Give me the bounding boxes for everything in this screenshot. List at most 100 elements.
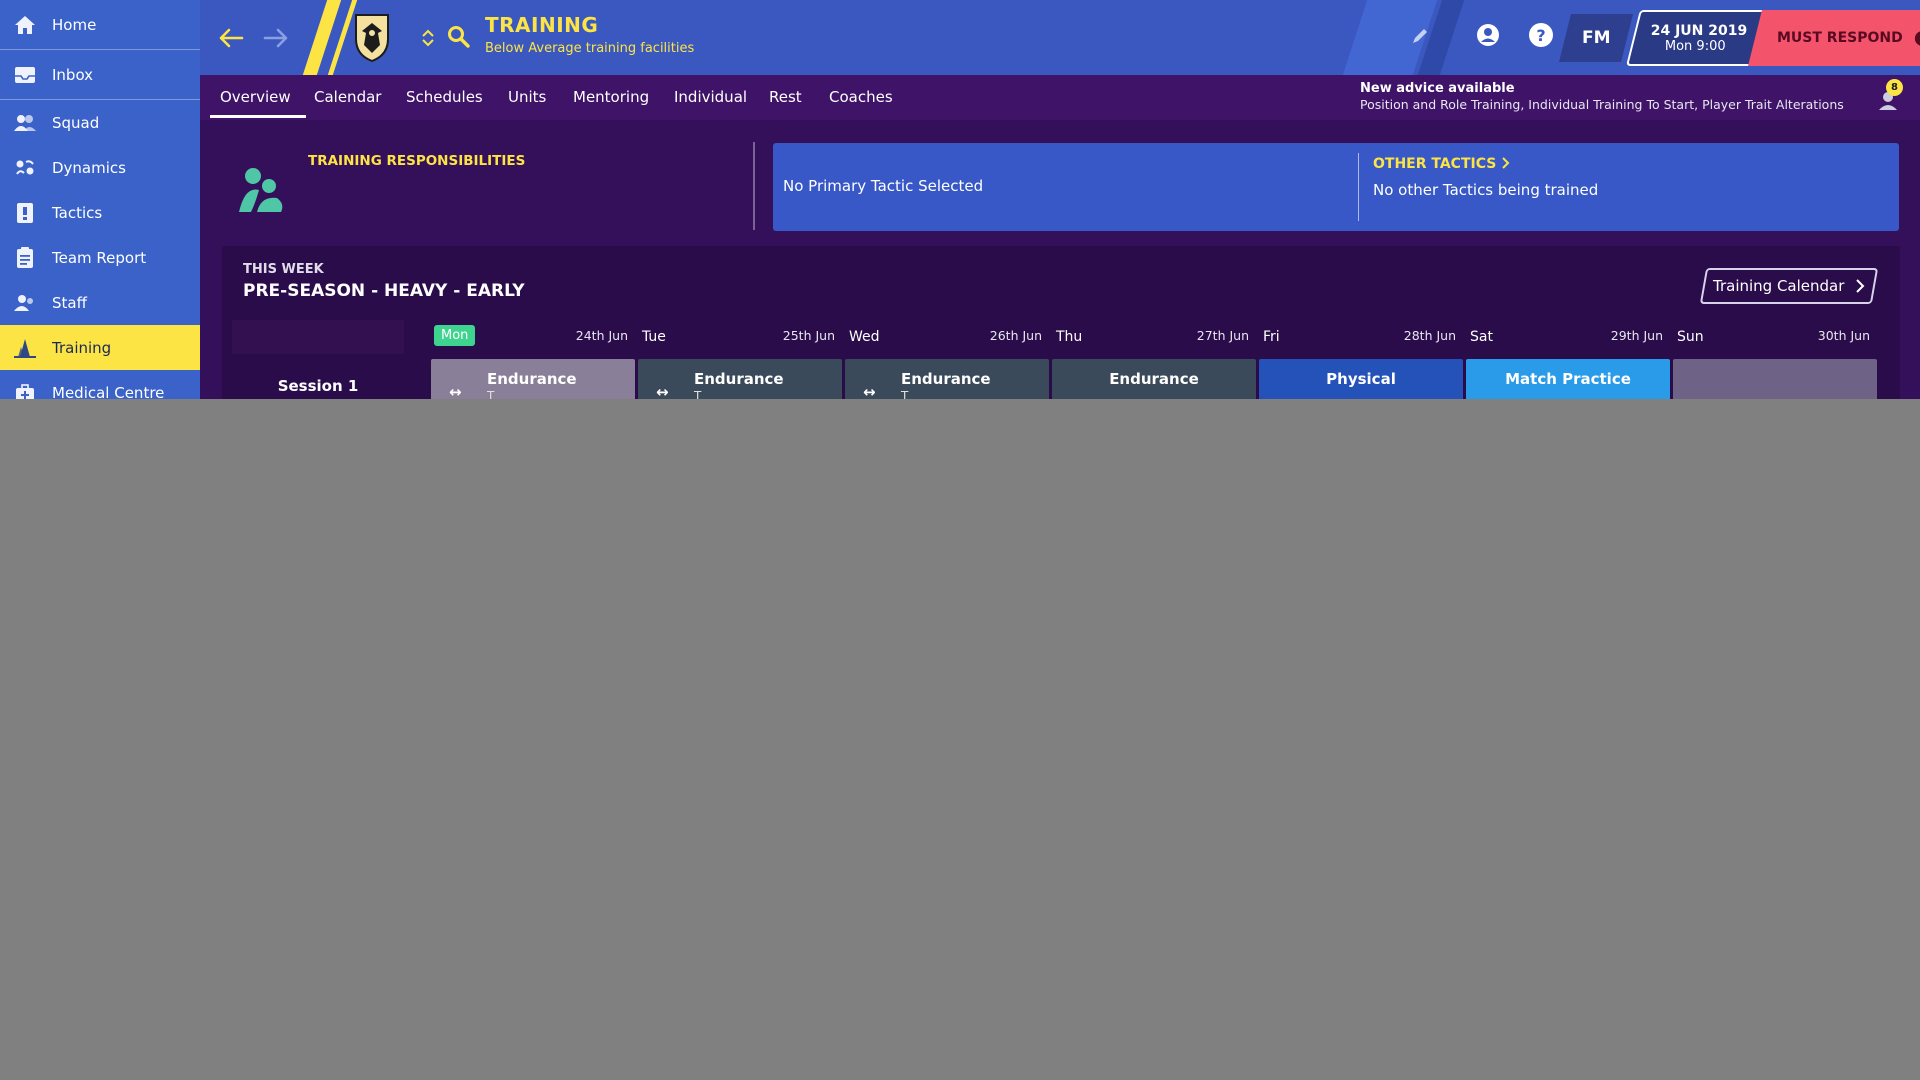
home-icon [13,14,37,36]
alert-icon: ! [1914,30,1920,46]
sidebar-item-label: Medical Centre [52,383,165,400]
day-name: Fri [1263,329,1280,345]
day-name: Thu [1056,329,1083,345]
session-slot[interactable]: ↔ Endurance T [845,359,1049,399]
current-date: 24 JUN 2019 [1650,22,1748,39]
page-title: TRAINING [485,13,599,37]
back-button[interactable] [215,22,247,54]
tab-coaches[interactable]: Coaches [829,88,893,106]
day-column-header[interactable]: Fri 28th Jun [1257,320,1462,354]
training-calendar-button[interactable]: Training Calendar [1699,268,1879,304]
staff-icon [13,292,37,314]
day-column-header[interactable]: Tue 25th Jun [636,320,841,354]
session-slot[interactable]: Match Practice [1466,359,1670,399]
session-subtitle: T [694,389,702,399]
primary-tactic-text[interactable]: No Primary Tactic Selected [783,177,983,195]
other-tactics-link[interactable]: OTHER TACTICS [1373,156,1511,172]
training-responsibilities-title[interactable]: TRAINING RESPONSIBILITIES [308,153,525,169]
session-slot[interactable]: ↔ Endurance T [638,359,842,399]
club-switcher[interactable] [418,20,438,56]
sidebar-item-dynamics[interactable]: Dynamics [0,145,200,190]
day-name: Mon [434,325,476,346]
training-calendar-label: Training Calendar [1713,277,1845,295]
day-column-header[interactable]: Thu 27th Jun [1050,320,1255,354]
dynamics-icon [13,157,37,179]
session-name: Physical [1326,370,1396,388]
header-spacer [232,320,404,354]
forward-button[interactable] [260,22,292,54]
session-slot-empty[interactable] [1673,359,1877,399]
day-date: 25th Jun [782,328,835,343]
day-date: 28th Jun [1403,328,1456,343]
session-type-icon: ↔ [656,383,669,399]
manager-button[interactable] [1473,20,1503,50]
sidebar-item-training[interactable]: Training [0,325,200,370]
training-overview: TRAINING RESPONSIBILITIES No Primary Tac… [200,120,1920,399]
day-name: Tue [642,329,666,345]
fm-menu-button[interactable]: FM [1559,14,1633,62]
day-name: Sat [1470,329,1493,345]
search-button[interactable] [445,22,473,52]
tab-bar: Overview Calendar Schedules Units Mentor… [200,75,1920,120]
session-slot[interactable]: Physical [1259,359,1463,399]
sidebar-item-label: Home [52,15,97,34]
sidebar-item-label: Staff [52,293,87,312]
session-type-icon: ↔ [449,383,462,399]
search-icon [448,26,470,48]
day-date: 26th Jun [989,328,1042,343]
decor-stripe [299,0,345,75]
session-slot[interactable]: Endurance [1052,359,1256,399]
sidebar-item-team-report[interactable]: Team Report [0,235,200,280]
help-icon: ? [1529,23,1553,47]
day-column-header[interactable]: Sat 29th Jun [1464,320,1669,354]
sidebar-item-medical-centre[interactable]: Medical Centre [0,370,200,399]
tab-rest[interactable]: Rest [769,88,802,106]
advice-count-badge: 8 [1886,79,1903,96]
sidebar-item-tactics[interactable]: Tactics [0,190,200,235]
pencil-icon [1413,29,1427,43]
top-bar: TRAINING Below Average training faciliti… [200,0,1920,75]
sidebar-item-home[interactable]: Home [0,0,200,50]
tab-individual[interactable]: Individual [674,88,747,106]
tab-units[interactable]: Units [508,88,546,106]
day-header-row: Mon 24th Jun Tue 25th Jun Wed 26th Jun T… [232,320,1892,354]
tab-schedules[interactable]: Schedules [406,88,483,106]
tactics-icon [13,202,37,224]
must-respond-button[interactable]: MUST RESPOND ! [1748,10,1920,66]
day-column-header[interactable]: Wed 26th Jun [843,320,1048,354]
day-name: Wed [849,329,880,345]
day-column-header[interactable]: Sun 30th Jun [1671,320,1876,354]
sidebar-item-staff[interactable]: Staff [0,280,200,325]
svg-text:?: ? [1536,26,1545,45]
other-tactics-label: OTHER TACTICS [1373,156,1497,172]
sidebar-item-inbox[interactable]: Inbox [0,50,200,100]
sidebar-item-squad[interactable]: Squad [0,100,200,145]
session-slot[interactable]: ↔ Endurance T [431,359,635,399]
sidebar-item-label: Squad [52,113,100,132]
day-date: 27th Jun [1196,328,1249,343]
page-subtitle: Below Average training facilities [485,41,695,56]
tab-calendar[interactable]: Calendar [314,88,381,106]
session-name: Endurance [1109,370,1199,388]
date-box[interactable]: 24 JUN 2019 Mon 9:00 [1626,10,1768,66]
day-column-header[interactable]: Mon 24th Jun [429,320,634,354]
advice-title[interactable]: New advice available [1360,81,1515,96]
session-subtitle: T [901,389,909,399]
session-name: Match Practice [1505,370,1631,388]
session-type-icon: ↔ [863,383,876,399]
advice-text[interactable]: Position and Role Training, Individual T… [1360,97,1844,112]
must-respond-label: MUST RESPOND [1777,30,1903,46]
sidebar-item-label: Tactics [52,203,103,222]
sidebar-item-label: Inbox [52,65,94,84]
tab-overview[interactable]: Overview [210,88,306,118]
chevron-down-icon [422,39,434,47]
day-date: 24th Jun [575,328,628,343]
sidebar-item-label: Training [52,338,112,357]
edit-button[interactable] [1408,24,1432,48]
help-button[interactable]: ? [1526,20,1556,50]
day-date: 29th Jun [1610,328,1663,343]
current-time: Mon 9:00 [1664,38,1726,54]
week-title: PRE-SEASON - HEAVY - EARLY [243,281,525,301]
tab-mentoring[interactable]: Mentoring [573,88,649,106]
club-crest[interactable] [350,10,394,64]
